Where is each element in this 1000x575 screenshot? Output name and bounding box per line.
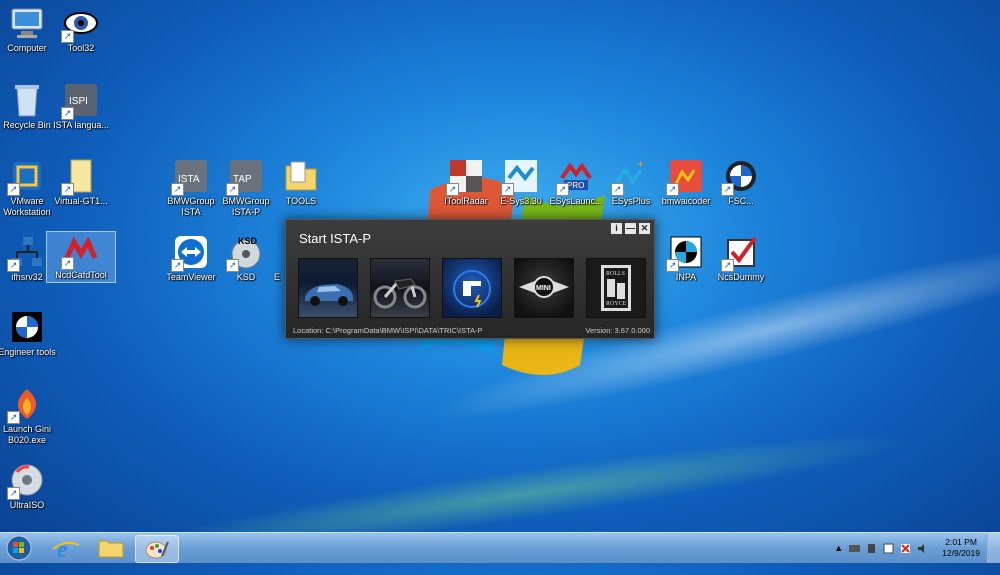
desktop-icon-ncsdummy[interactable]: ↗ NcsDummy	[707, 234, 775, 283]
clock-date: 12/9/2019	[942, 548, 980, 558]
shortcut-arrow-icon: ↗	[611, 183, 624, 196]
desktop-icon-fsc[interactable]: ↗ FSC...	[707, 158, 775, 207]
desktop-icon-ncdcafdtool[interactable]: ↗ NcdCafdTool	[46, 231, 116, 283]
desktop-icon-tools[interactable]: TOOLS	[267, 158, 335, 207]
desktop-icon-launch-gini[interactable]: ↗ Launch Gini B020.exe	[0, 386, 61, 446]
shortcut-arrow-icon: ↗	[721, 259, 734, 272]
start-button[interactable]	[3, 534, 35, 562]
shortcut-arrow-icon: ↗	[501, 183, 514, 196]
icon-label: NcsDummy	[717, 272, 765, 282]
svg-text:MINI: MINI	[536, 285, 551, 292]
computer-icon	[11, 8, 43, 38]
mini-logo: MINI	[519, 276, 569, 298]
brand-tiles: MINI ROLLS ROYCE	[298, 258, 646, 318]
tile-rolls-royce[interactable]: ROLLS ROYCE	[586, 258, 646, 318]
svg-text:ISPI: ISPI	[69, 96, 88, 107]
shortcut-arrow-icon: ↗	[61, 30, 74, 43]
shortcut-arrow-icon: ↗	[226, 183, 239, 196]
action-center-flag-icon[interactable]	[900, 543, 911, 554]
taskbar-file-explorer[interactable]	[90, 535, 132, 561]
show-hidden-icons-button[interactable]: ▲	[834, 543, 843, 553]
desktop-icon-ultraiso[interactable]: ↗ UltraISO	[0, 462, 61, 511]
shortcut-arrow-icon: ↗	[446, 183, 459, 196]
svg-text:ROLLS: ROLLS	[606, 271, 625, 277]
shortcut-arrow-icon: ↗	[666, 183, 679, 196]
desktop-icon-virtual-gt1[interactable]: ↗ Virtual-GT1...	[47, 158, 115, 207]
shortcut-arrow-icon: ↗	[61, 107, 74, 120]
rolls-royce-logo: ROLLS ROYCE	[601, 265, 631, 311]
shortcut-arrow-icon: ↗	[7, 183, 20, 196]
icon-label: E	[273, 272, 280, 282]
shortcut-arrow-icon: ↗	[7, 487, 20, 500]
keyboard-icon[interactable]	[849, 543, 861, 554]
icon-label: TOOLS	[285, 196, 317, 206]
svg-text:+: +	[637, 158, 644, 171]
desktop-icon-partial-e[interactable]: E	[267, 234, 287, 283]
taskbar-internet-explorer[interactable]: e	[45, 535, 87, 563]
shortcut-arrow-icon: ↗	[666, 259, 679, 272]
start-ista-p-dialog: Start ISTA-P i — ✕ MINI ROLLS ROYCE Locat…	[285, 219, 655, 339]
shortcut-arrow-icon: ↗	[61, 257, 74, 270]
icon-label: Tool32	[67, 43, 95, 53]
taskbar-paint[interactable]	[135, 535, 179, 563]
network-icon[interactable]	[883, 543, 894, 554]
svg-text:e: e	[57, 537, 68, 561]
show-desktop-button[interactable]	[987, 533, 1000, 563]
motorcycle-image	[373, 278, 427, 309]
taskbar: e ▲ 2:01 PM 12/9/2019	[0, 532, 1000, 563]
internet-explorer-icon: e	[52, 537, 80, 563]
icon-label: FSC...	[728, 196, 754, 206]
shortcut-arrow-icon: ↗	[7, 259, 20, 272]
volume-icon[interactable]	[917, 543, 928, 554]
icon-label: UltraISO	[9, 500, 45, 510]
shortcut-arrow-icon: ↗	[7, 411, 20, 424]
system-tray: ▲ 2:01 PM 12/9/2019	[834, 537, 980, 559]
shortcut-arrow-icon: ↗	[171, 259, 184, 272]
location-path: Location: C:\ProgramData\BMW\ISPI\DATA\T…	[293, 326, 483, 335]
shortcut-arrow-icon: ↗	[61, 183, 74, 196]
dialog-footer: Location: C:\ProgramData\BMW\ISPI\DATA\T…	[293, 326, 650, 335]
device-icon[interactable]	[866, 543, 877, 554]
engineer-tools-icon	[12, 312, 42, 342]
shortcut-arrow-icon: ↗	[721, 183, 734, 196]
close-button[interactable]: ✕	[639, 223, 650, 234]
tile-ista-p[interactable]	[442, 258, 502, 318]
shortcut-arrow-icon: ↗	[226, 259, 239, 272]
clock-time: 2:01 PM	[945, 537, 977, 547]
minimize-button[interactable]: —	[625, 223, 636, 234]
folder-icon	[285, 161, 317, 191]
icon-label: Launch Gini B020.exe	[2, 424, 52, 445]
icon-label: Engineer tools	[0, 347, 56, 357]
shortcut-arrow-icon: ↗	[171, 183, 184, 196]
svg-text:ROYCE: ROYCE	[606, 301, 627, 307]
svg-text:KSD: KSD	[238, 236, 258, 246]
desktop-icon-tool32[interactable]: ↗ Tool32	[47, 5, 115, 54]
icon-label: Virtual-GT1...	[54, 196, 108, 206]
tile-mini[interactable]: MINI	[514, 258, 574, 318]
info-button[interactable]: i	[611, 223, 622, 234]
dialog-title: Start ISTA-P	[299, 231, 371, 246]
svg-text:PRO: PRO	[567, 181, 584, 190]
paint-icon	[145, 541, 169, 559]
shortcut-arrow-icon: ↗	[556, 183, 569, 196]
clock[interactable]: 2:01 PM 12/9/2019	[942, 537, 980, 559]
recycle-bin-icon	[15, 85, 39, 117]
bmw-car-image	[305, 284, 353, 306]
ista-p-logo	[453, 270, 491, 308]
windows-orb-icon	[6, 535, 32, 561]
icon-label: ISTA langua...	[53, 120, 109, 130]
icon-label: NcdCafdTool	[55, 270, 107, 280]
tile-bmw-motorrad[interactable]	[370, 258, 430, 318]
dialog-window-controls: i — ✕	[611, 223, 650, 234]
tile-bmw-car[interactable]	[298, 258, 358, 318]
desktop-icon-ista-language[interactable]: ISPI ↗ ISTA langua...	[47, 82, 115, 131]
desktop-icon-engineer-tools[interactable]: Engineer tools	[0, 309, 61, 358]
folder-icon	[98, 540, 124, 558]
version-label: Version: 3.67.0.000	[585, 326, 650, 335]
